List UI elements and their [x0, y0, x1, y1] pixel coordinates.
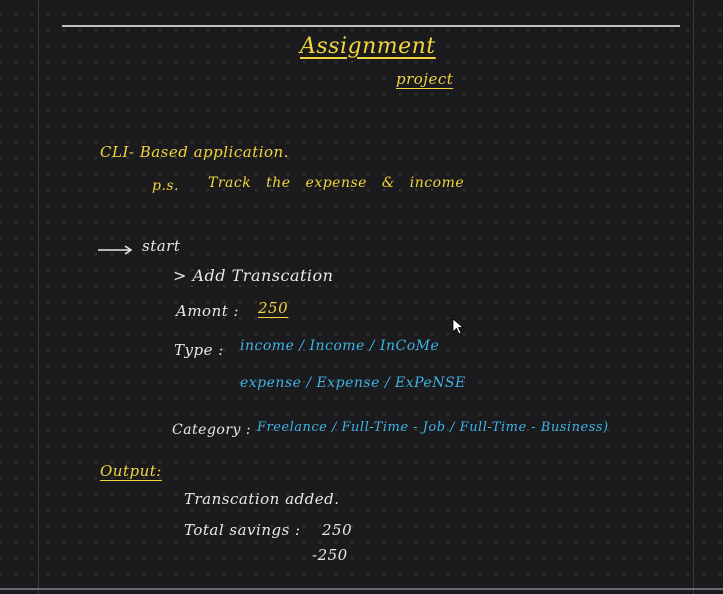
- page-subtitle: project: [396, 70, 454, 88]
- type-label: Type :: [174, 341, 224, 359]
- category-values: Freelance / Full-Time - Job / Full-Time …: [257, 420, 609, 435]
- top-divider: [62, 25, 680, 27]
- total-savings-value: 250: [322, 521, 353, 539]
- amount-label: Amont :: [176, 302, 240, 320]
- total-savings-label: Total savings :: [184, 521, 301, 539]
- add-transaction-label: > Add Transcation: [173, 266, 334, 285]
- ps-text: Track the expense & income: [208, 175, 465, 191]
- page-title: Assignment: [300, 34, 436, 59]
- output-label: Output:: [100, 462, 162, 480]
- arrow-icon: [98, 245, 133, 255]
- total-savings-value-negative: -250: [312, 546, 348, 564]
- heading: CLI- Based application.: [100, 143, 289, 161]
- type-expense-values: expense / Expense / ExPeNSE: [240, 375, 466, 391]
- output-line: Transcation added.: [184, 490, 340, 508]
- ps-label: p.s.: [152, 178, 180, 194]
- type-income-values: income / Income / InCoMe: [240, 338, 440, 354]
- mouse-cursor-icon: [452, 318, 465, 335]
- margin-line-right: [693, 0, 694, 594]
- amount-value: 250: [258, 299, 289, 317]
- category-label: Category :: [172, 422, 252, 438]
- bottom-border: [0, 588, 723, 590]
- margin-line-left: [38, 0, 39, 594]
- start-label: start: [142, 237, 181, 255]
